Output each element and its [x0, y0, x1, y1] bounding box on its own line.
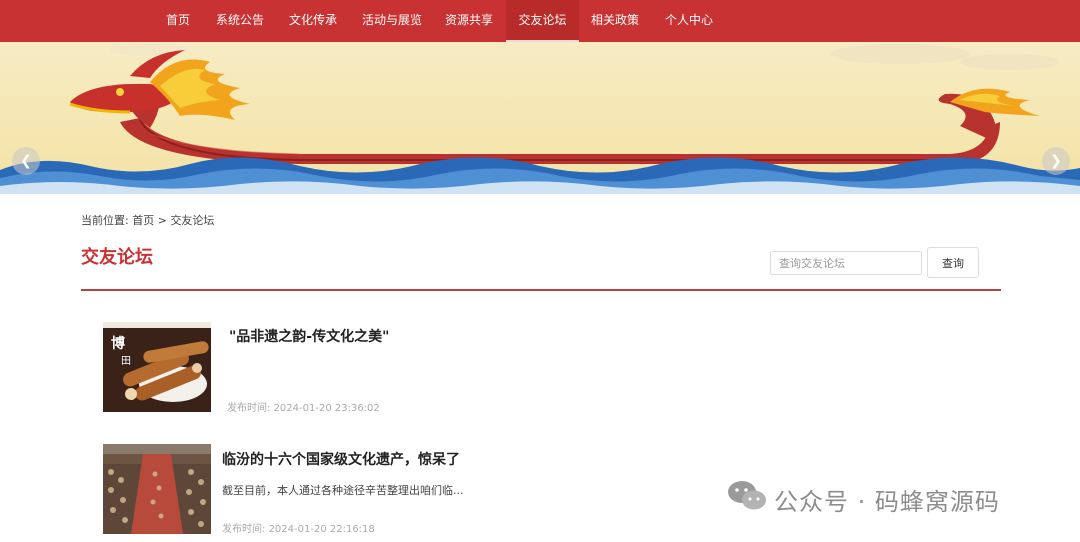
nav-item-announcements[interactable]: 系统公告 — [212, 0, 268, 42]
post-time-label: 发布时间: — [227, 403, 271, 414]
carousel-next-button[interactable]: ❯ — [1042, 147, 1070, 175]
post-title[interactable]: 临汾的十六个国家级文化遗产，惊呆了 — [222, 449, 460, 469]
nav-item-culture[interactable]: 文化传承 — [285, 0, 341, 42]
post-excerpt: 截至目前，本人通过各种途径辛苦整理出咱们临... — [222, 484, 464, 497]
nav-item-resources[interactable]: 资源共享 — [441, 0, 497, 42]
forum-post[interactable]: 博 田 "品非遗之韵-传文化之美" 发布时间: 2024-01-20 23:36… — [103, 322, 1003, 414]
search-button[interactable]: 查询 — [927, 247, 979, 278]
nav-item-policies[interactable]: 相关政策 — [587, 0, 643, 42]
post-thumbnail: 博 田 — [103, 322, 211, 412]
hero-banner: ❮ ❯ — [0, 42, 1080, 194]
watermark: 公众号 · 码蜂窝源码 — [726, 478, 999, 518]
nav-item-events[interactable]: 活动与展览 — [358, 0, 426, 42]
dragon-boat-illustration — [0, 44, 1080, 194]
breadcrumb-prefix: 当前位置: — [81, 214, 129, 227]
breadcrumb-current: 交友论坛 — [170, 214, 215, 227]
post-thumbnail — [103, 444, 211, 534]
post-time-value: 2024-01-20 22:16:18 — [268, 524, 375, 535]
title-divider — [81, 289, 1001, 291]
search-input[interactable] — [770, 251, 922, 275]
page-title: 交友论坛 — [81, 247, 153, 268]
breadcrumb: 当前位置: 首页 > 交友论坛 — [81, 212, 214, 228]
carousel-prev-button[interactable]: ❮ — [12, 147, 40, 175]
post-time: 发布时间: 2024-01-20 23:36:02 — [227, 399, 380, 414]
wechat-icon — [728, 481, 766, 510]
breadcrumb-home-link[interactable]: 首页 — [132, 212, 154, 228]
watermark-text: 公众号 · 码蜂窝源码 — [774, 488, 1000, 516]
chevron-left-icon: ❮ — [20, 153, 32, 169]
post-time: 发布时间: 2024-01-20 22:16:18 — [222, 520, 375, 535]
svg-text:博: 博 — [111, 335, 125, 352]
post-title[interactable]: "品非遗之韵-传文化之美" — [229, 326, 389, 346]
nav-item-profile[interactable]: 个人中心 — [661, 0, 717, 42]
nav-item-forum[interactable]: 交友论坛 — [506, 0, 579, 42]
top-nav: 首页 系统公告 文化传承 活动与展览 资源共享 交友论坛 相关政策 个人中心 — [0, 0, 1080, 42]
chevron-right-icon: ❯ — [1050, 153, 1062, 169]
svg-text:田: 田 — [121, 356, 131, 367]
post-time-value: 2024-01-20 23:36:02 — [273, 403, 380, 414]
nav-item-home[interactable]: 首页 — [160, 0, 196, 42]
post-time-label: 发布时间: — [222, 524, 266, 535]
breadcrumb-separator: > — [157, 214, 167, 227]
